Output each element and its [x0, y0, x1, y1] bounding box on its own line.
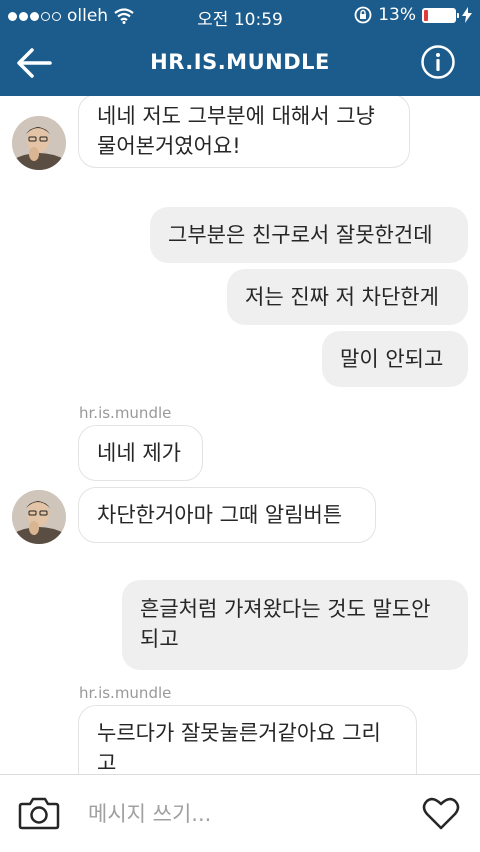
message-text: 물어본거였어요! — [97, 134, 241, 158]
message-text: 흔글처럼 가져왔다는 것도 말도안 — [140, 597, 431, 621]
camera-icon[interactable] — [18, 795, 60, 831]
rotation-lock-icon — [354, 6, 372, 24]
sender-name: hr.is.mundle — [79, 684, 172, 702]
message-text: 되고 — [140, 627, 179, 651]
message-bubble-outgoing[interactable]: 흔글처럼 가져왔다는 것도 말도안 되고 — [122, 580, 468, 670]
message-bubble-incoming[interactable]: 차단한거아마 그때 알림버튼 — [78, 487, 376, 543]
message-text: 말이 안되고 — [340, 347, 444, 371]
battery-icon — [422, 7, 459, 23]
message-text: 고 — [97, 751, 117, 774]
nav-bar: HR.IS.MUNDLE — [0, 32, 480, 96]
avatar[interactable] — [12, 490, 66, 544]
message-bubble-incoming[interactable]: 누르다가 잘못눌른거같아요 그리 고 — [78, 705, 417, 774]
message-text: 차단한거아마 그때 알림버튼 — [97, 503, 343, 527]
message-thread[interactable]: 네네 저도 그부분에 대해서 그냥 물어본거였어요! 그부분은 친구로서 잘못한… — [0, 96, 480, 774]
status-bar: olleh 오전 10:59 13% — [0, 0, 480, 32]
conversation-title[interactable]: HR.IS.MUNDLE — [0, 50, 480, 74]
message-text: 누르다가 잘못눌른거같아요 그리 — [97, 721, 381, 745]
message-bubble-incoming[interactable]: 네네 제가 — [78, 425, 203, 481]
message-bubble-incoming[interactable]: 네네 저도 그부분에 대해서 그냥 물어본거였어요! — [78, 96, 410, 168]
message-bubble-outgoing[interactable]: 그부분은 친구로서 잘못한건데 — [150, 207, 468, 263]
message-bubble-outgoing[interactable]: 말이 안되고 — [322, 331, 468, 387]
sender-name: hr.is.mundle — [79, 404, 172, 422]
battery-percent: 13% — [378, 5, 416, 25]
message-composer — [0, 774, 480, 852]
message-text: 네네 제가 — [97, 441, 181, 465]
avatar[interactable] — [12, 116, 66, 170]
message-text: 그부분은 친구로서 잘못한건데 — [168, 223, 433, 247]
status-right: 13% — [354, 5, 472, 25]
info-icon[interactable] — [420, 44, 456, 80]
battery-level — [424, 9, 429, 21]
heart-icon[interactable] — [422, 795, 460, 831]
charging-icon — [462, 7, 472, 23]
top-header: olleh 오전 10:59 13% HR.IS.MUNDLE — [0, 0, 480, 96]
message-text: 네네 저도 그부분에 대해서 그냥 — [97, 104, 375, 128]
message-input[interactable] — [88, 797, 408, 831]
message-text: 저는 진짜 저 차단한게 — [245, 285, 439, 309]
message-bubble-outgoing[interactable]: 저는 진짜 저 차단한게 — [227, 269, 468, 325]
